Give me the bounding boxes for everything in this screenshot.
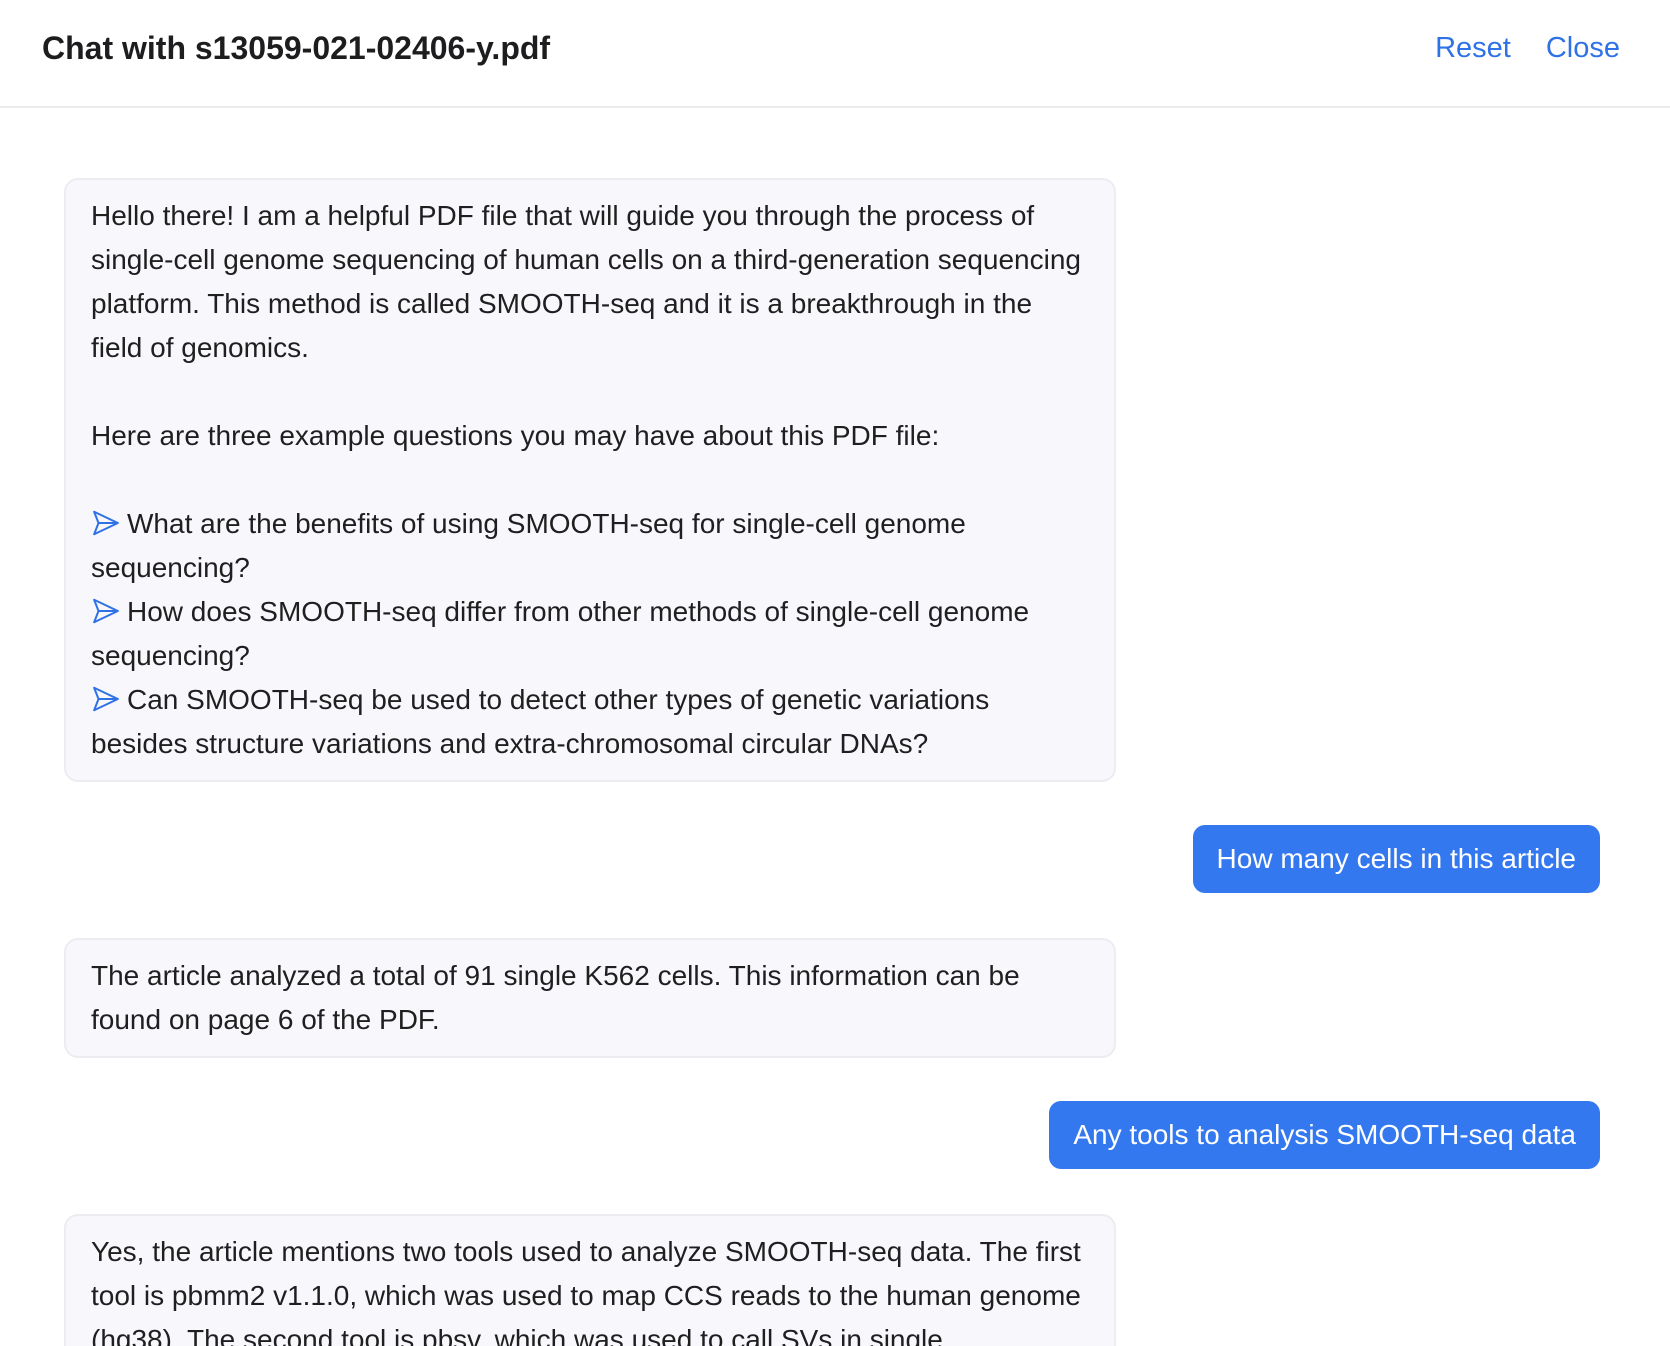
example-question-3[interactable]: Can SMOOTH-seq be used to detect other t…: [91, 678, 1090, 766]
bot-message-text: Yes, the article mentions two tools used…: [91, 1236, 1081, 1346]
bot-message-text: The article analyzed a total of 91 singl…: [91, 960, 1020, 1035]
page-title: Chat with s13059-021-02406-y.pdf: [42, 30, 551, 66]
message-list[interactable]: Hello there! I am a helpful PDF file tha…: [0, 108, 1670, 1346]
example-question-text: Can SMOOTH-seq be used to detect other t…: [91, 684, 990, 759]
user-message: Any tools to analysis SMOOTH-seq data: [1049, 1101, 1600, 1169]
bot-message-welcome: Hello there! I am a helpful PDF file tha…: [64, 178, 1116, 782]
example-question-1[interactable]: What are the benefits of using SMOOTH-se…: [91, 502, 1090, 590]
reset-button[interactable]: Reset: [1435, 32, 1511, 65]
bot-message: Yes, the article mentions two tools used…: [64, 1214, 1116, 1346]
example-question-2[interactable]: How does SMOOTH-seq differ from other me…: [91, 590, 1090, 678]
bot-message: The article analyzed a total of 91 singl…: [64, 938, 1116, 1058]
chat-header: Chat with s13059-021-02406-y.pdf Reset C…: [0, 0, 1670, 108]
user-message: How many cells in this article: [1192, 825, 1600, 893]
example-question-text: How does SMOOTH-seq differ from other me…: [91, 596, 1030, 671]
close-button[interactable]: Close: [1546, 32, 1620, 65]
welcome-intro-text: Hello there! I am a helpful PDF file tha…: [91, 200, 1081, 363]
header-actions: Reset Close: [1435, 32, 1620, 65]
welcome-examples-heading: Here are three example questions you may…: [91, 420, 940, 451]
send-icon: [93, 686, 119, 712]
send-icon: [93, 510, 119, 536]
send-icon: [93, 598, 119, 624]
example-question-text: What are the benefits of using SMOOTH-se…: [91, 508, 966, 583]
